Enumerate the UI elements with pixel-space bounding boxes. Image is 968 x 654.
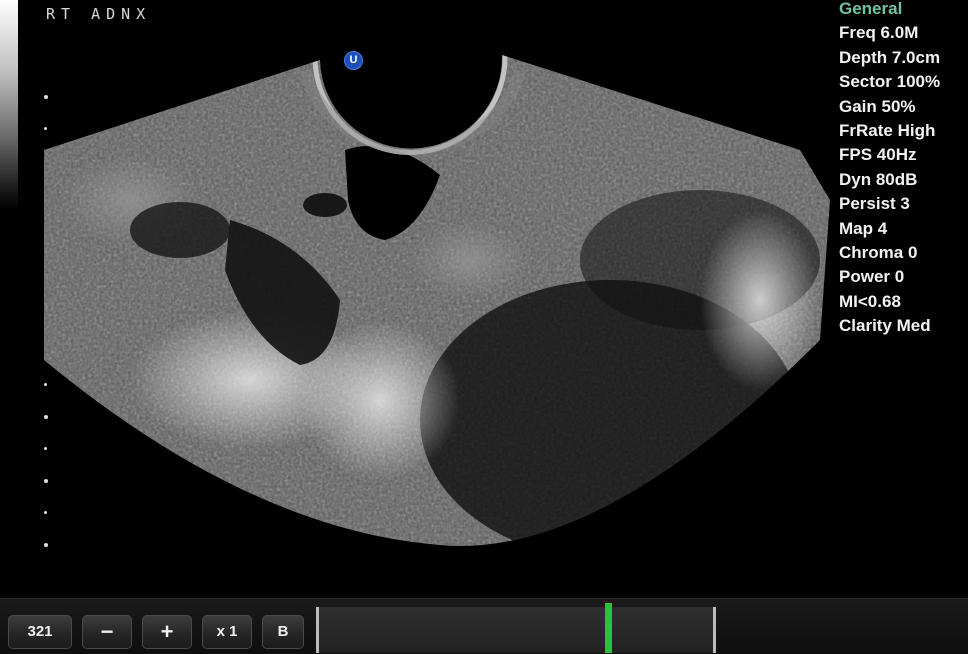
param-freq: Freq 6.0M xyxy=(839,23,919,43)
ultrasound-viewport: RT ADNX U General Freq 6.0M Depth 7.0cm … xyxy=(0,0,968,598)
param-fps: FPS 40Hz xyxy=(839,145,917,165)
param-persist: Persist 3 xyxy=(839,194,910,214)
plus-icon: + xyxy=(160,619,174,644)
zoom-in-button[interactable]: + xyxy=(142,615,192,649)
ultrasound-scan-image xyxy=(44,55,830,546)
cine-scrollbar[interactable] xyxy=(316,607,716,653)
param-depth: Depth 7.0cm xyxy=(839,47,941,67)
zoom-level-button[interactable]: x 1 xyxy=(202,615,252,649)
param-gain: Gain 50% xyxy=(839,96,916,116)
param-map: Map 4 xyxy=(839,218,888,238)
orientation-marker-icon: U xyxy=(344,51,363,70)
param-chroma: Chroma 0 xyxy=(839,243,918,263)
param-sector: Sector 100% xyxy=(839,72,941,92)
imaging-parameters-panel: General Freq 6.0M Depth 7.0cm Sector 100… xyxy=(839,0,968,339)
zoom-out-button[interactable]: − xyxy=(82,615,132,649)
param-mi: MI<0.68 xyxy=(839,291,901,311)
frame-number-button[interactable]: 321 xyxy=(8,615,72,649)
minus-icon: − xyxy=(100,619,114,644)
param-frrate: FrRate High xyxy=(839,121,936,141)
b-mode-button[interactable]: B xyxy=(262,615,304,649)
param-clarity: Clarity Med xyxy=(839,316,931,336)
cine-position-marker[interactable] xyxy=(605,603,612,653)
imaging-mode-label: General xyxy=(839,0,903,18)
param-power: Power 0 xyxy=(839,267,905,287)
param-dyn: Dyn 80dB xyxy=(839,169,918,189)
